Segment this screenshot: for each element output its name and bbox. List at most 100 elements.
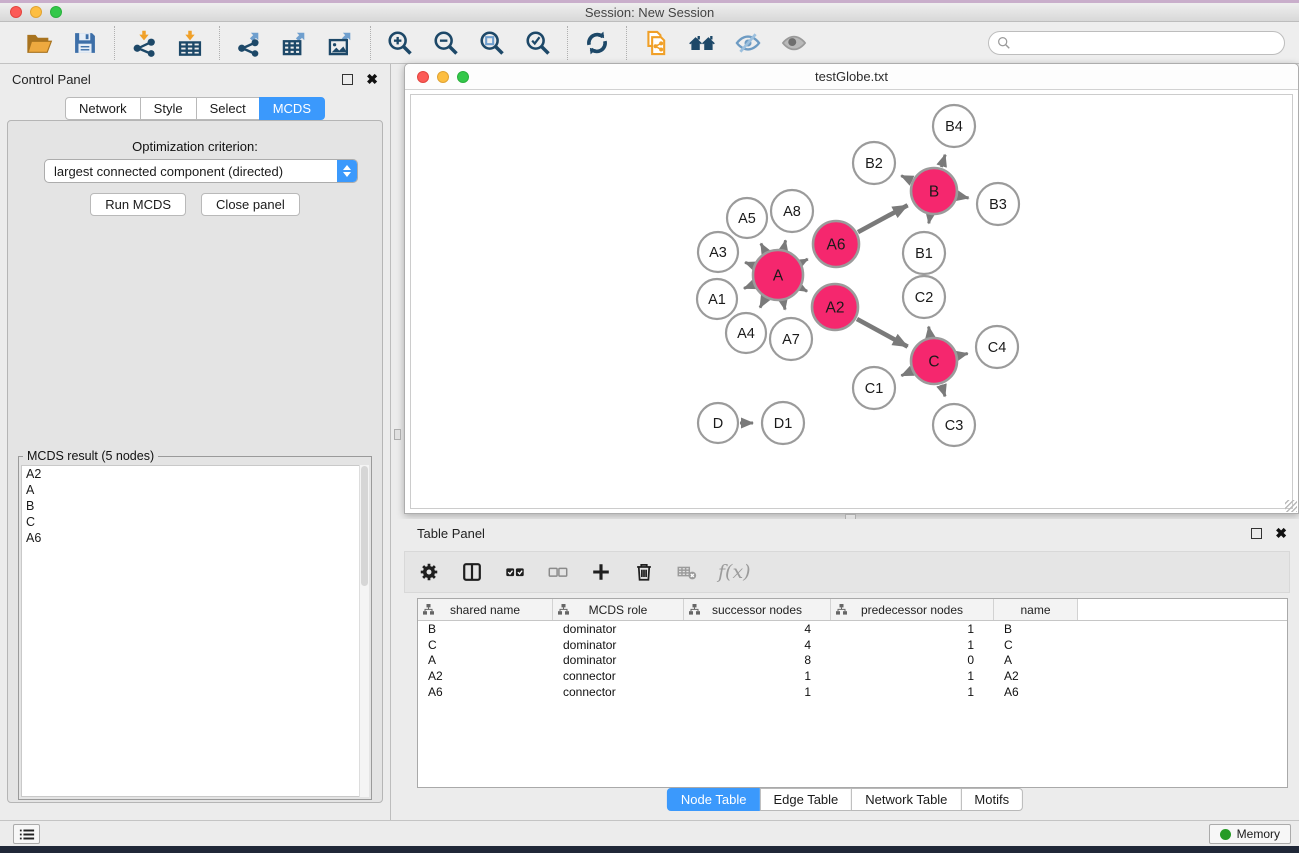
- node-C2[interactable]: C2: [903, 276, 945, 318]
- column-layout-icon[interactable]: [460, 560, 484, 584]
- export-table-icon[interactable]: [280, 28, 310, 58]
- criterion-dropdown[interactable]: largest connected component (directed): [44, 159, 358, 183]
- mcds-result-list[interactable]: A2ABCA6: [21, 465, 369, 797]
- column-header-predecessor-nodes[interactable]: predecessor nodes: [831, 599, 994, 620]
- result-item[interactable]: C: [22, 514, 368, 530]
- search-input[interactable]: [1016, 36, 1276, 50]
- table-row[interactable]: A6connector11A6: [418, 684, 1287, 700]
- hide-selected-icon[interactable]: [733, 28, 763, 58]
- float-table-panel-icon[interactable]: [1251, 528, 1262, 539]
- result-item[interactable]: A2: [22, 466, 368, 482]
- result-item[interactable]: A: [22, 482, 368, 498]
- column-header-shared-name[interactable]: shared name: [418, 599, 553, 620]
- table-row[interactable]: Bdominator41B: [418, 621, 1287, 637]
- edge-A-A1[interactable]: [744, 285, 753, 288]
- traffic-lights[interactable]: [10, 6, 62, 18]
- edge-A-A8[interactable]: [784, 240, 786, 248]
- show-all-icon[interactable]: [779, 28, 809, 58]
- table-row[interactable]: Adominator80A: [418, 653, 1287, 669]
- run-mcds-button[interactable]: Run MCDS: [90, 193, 186, 216]
- node-B[interactable]: B: [911, 168, 957, 214]
- first-neighbors-icon[interactable]: [687, 28, 717, 58]
- node-C3[interactable]: C3: [933, 404, 975, 446]
- window-resize-grip[interactable]: [1285, 500, 1297, 512]
- node-A[interactable]: A: [753, 250, 803, 300]
- tab-motifs[interactable]: Motifs: [960, 788, 1023, 811]
- edge-B-B1[interactable]: [929, 216, 930, 224]
- node-C[interactable]: C: [911, 338, 957, 384]
- edge-B-B4[interactable]: [941, 155, 945, 167]
- node-A7[interactable]: A7: [770, 318, 812, 360]
- vertical-splitter-handle[interactable]: [394, 429, 401, 440]
- node-B4[interactable]: B4: [933, 105, 975, 147]
- close-panel-button[interactable]: Close panel: [201, 193, 300, 216]
- tab-mcds[interactable]: MCDS: [259, 97, 325, 120]
- edge-A2-C[interactable]: [857, 319, 908, 347]
- node-D1[interactable]: D1: [762, 402, 804, 444]
- edge-C-C3[interactable]: [941, 385, 945, 397]
- node-B1[interactable]: B1: [903, 232, 945, 274]
- duplicate-network-icon[interactable]: [641, 28, 671, 58]
- result-item[interactable]: B: [22, 498, 368, 514]
- result-item[interactable]: A6: [22, 530, 368, 546]
- zoom-window-icon[interactable]: [50, 6, 62, 18]
- edge-A-A7[interactable]: [783, 301, 785, 309]
- edge-C-C1[interactable]: [901, 371, 911, 375]
- node-table[interactable]: shared nameMCDS rolesuccessor nodesprede…: [417, 598, 1288, 788]
- network-close-icon[interactable]: [417, 71, 429, 83]
- refresh-network-icon[interactable]: [582, 28, 612, 58]
- open-session-icon[interactable]: [24, 28, 54, 58]
- close-table-panel-icon[interactable]: ✖: [1275, 526, 1287, 540]
- close-panel-icon[interactable]: ✖: [366, 72, 378, 86]
- tab-network[interactable]: Network: [65, 97, 141, 120]
- add-row-icon[interactable]: [589, 560, 613, 584]
- network-canvas[interactable]: B4B2BB3A5A8A6A3B1AC2A1A2A4A7C4CC1DD1C3: [410, 94, 1293, 509]
- delete-rows-icon[interactable]: [632, 560, 656, 584]
- zoom-fit-icon[interactable]: [477, 28, 507, 58]
- node-A8[interactable]: A8: [771, 190, 813, 232]
- node-A4[interactable]: A4: [726, 313, 766, 353]
- column-header-MCDS-role[interactable]: MCDS role: [553, 599, 684, 620]
- zoom-selected-icon[interactable]: [523, 28, 553, 58]
- table-row[interactable]: Cdominator41C: [418, 637, 1287, 653]
- edge-A-A5[interactable]: [761, 243, 765, 251]
- node-C4[interactable]: C4: [976, 326, 1018, 368]
- unselect-all-icon[interactable]: [546, 560, 570, 584]
- table-row[interactable]: A2connector11A2: [418, 668, 1287, 684]
- minimize-window-icon[interactable]: [30, 6, 42, 18]
- node-D[interactable]: D: [698, 403, 738, 443]
- node-A1[interactable]: A1: [697, 279, 737, 319]
- search-input-wrap[interactable]: [988, 31, 1285, 55]
- table-options-gear-icon[interactable]: [417, 560, 441, 584]
- node-C1[interactable]: C1: [853, 367, 895, 409]
- node-A5[interactable]: A5: [727, 198, 767, 238]
- edge-A-A2[interactable]: [802, 288, 808, 291]
- close-window-icon[interactable]: [10, 6, 22, 18]
- network-minimize-icon[interactable]: [437, 71, 449, 83]
- result-scrollbar[interactable]: [359, 465, 369, 797]
- edge-B-B2[interactable]: [901, 176, 911, 181]
- edge-C-C2[interactable]: [929, 327, 931, 337]
- network-window-titlebar[interactable]: testGlobe.txt: [405, 64, 1298, 90]
- zoom-in-icon[interactable]: [385, 28, 415, 58]
- import-network-icon[interactable]: [129, 28, 159, 58]
- memory-button[interactable]: Memory: [1209, 824, 1291, 844]
- import-table-icon[interactable]: [175, 28, 205, 58]
- column-header-name[interactable]: name: [994, 599, 1078, 620]
- edge-A6-B[interactable]: [858, 205, 908, 232]
- node-A6[interactable]: A6: [813, 221, 859, 267]
- zoom-out-icon[interactable]: [431, 28, 461, 58]
- task-history-button[interactable]: [13, 824, 40, 844]
- destroy-table-icon[interactable]: [675, 560, 699, 584]
- edge-A-A6[interactable]: [802, 259, 808, 262]
- export-network-icon[interactable]: [234, 28, 264, 58]
- node-B3[interactable]: B3: [977, 183, 1019, 225]
- export-image-icon[interactable]: [326, 28, 356, 58]
- float-panel-icon[interactable]: [342, 74, 353, 85]
- save-session-icon[interactable]: [70, 28, 100, 58]
- edge-C-C4[interactable]: [958, 354, 967, 356]
- graph-nodes[interactable]: B4B2BB3A5A8A6A3B1AC2A1A2A4A7C4CC1DD1C3: [697, 105, 1019, 446]
- tab-node-table[interactable]: Node Table: [667, 788, 761, 811]
- edge-B-B3[interactable]: [958, 196, 968, 198]
- node-A2[interactable]: A2: [812, 284, 858, 330]
